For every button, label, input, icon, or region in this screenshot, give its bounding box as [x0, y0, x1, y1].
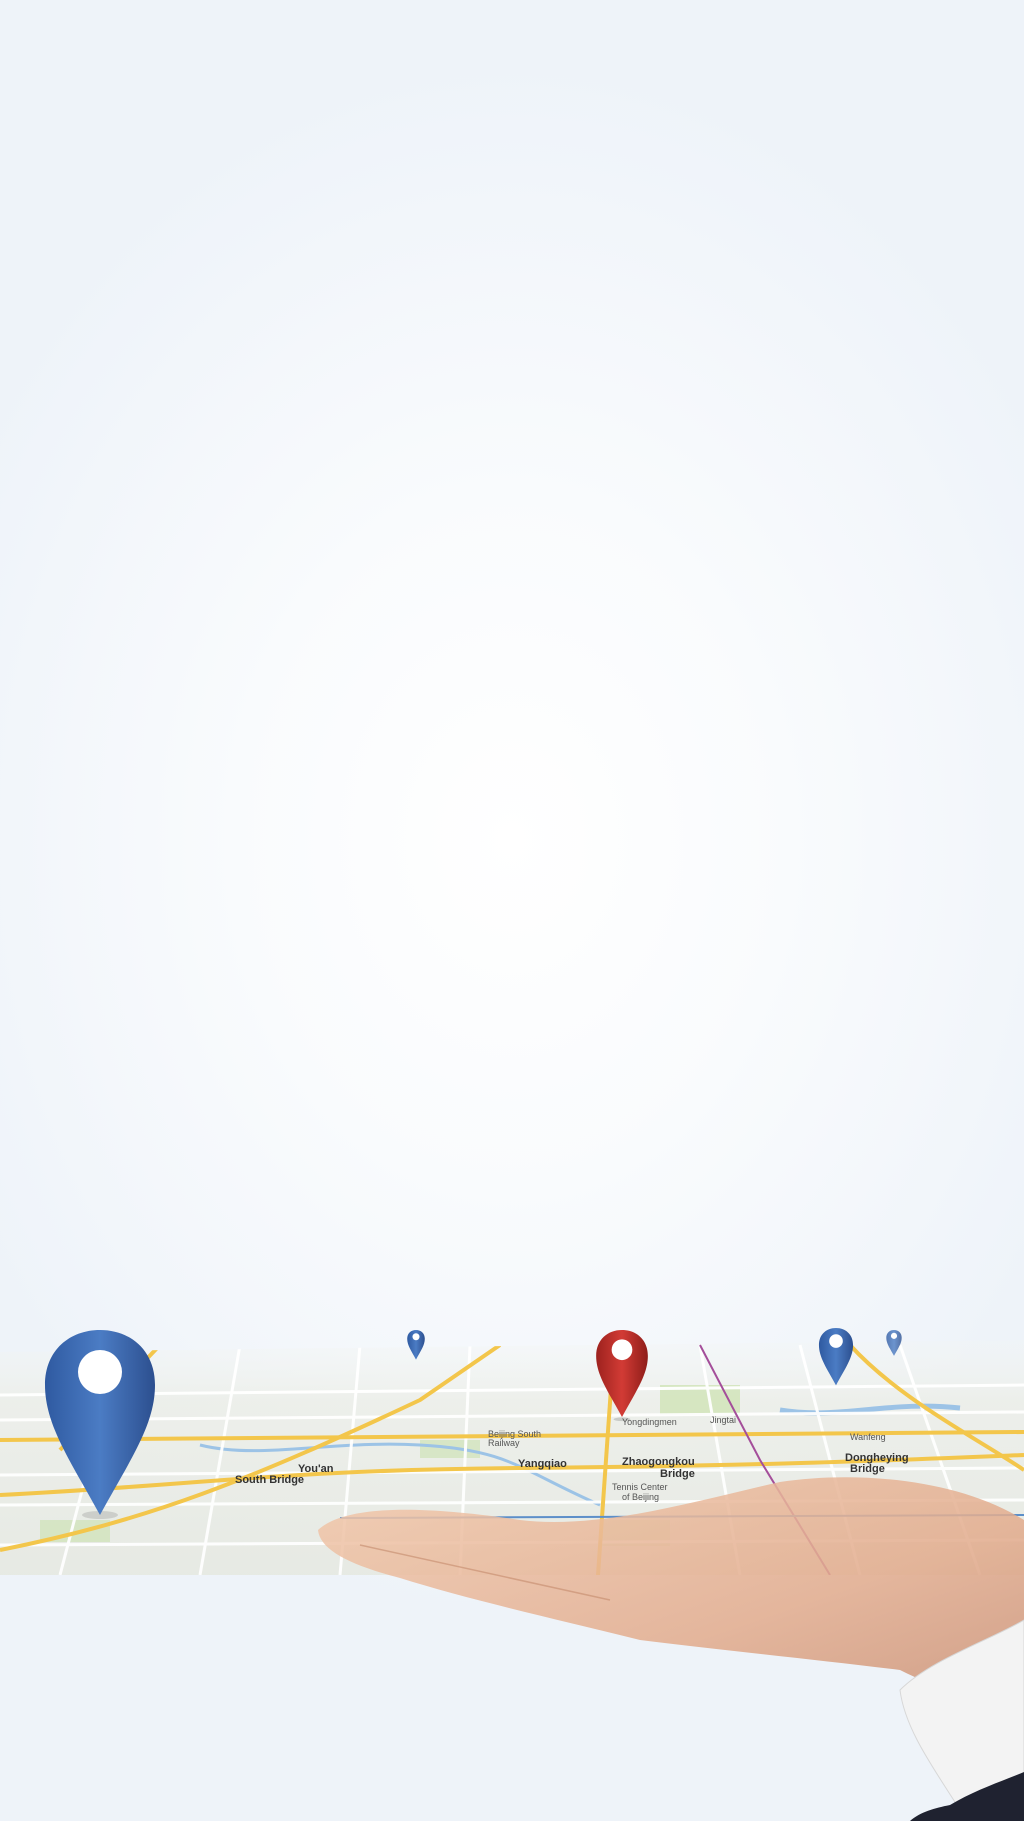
map-label: Bridge [660, 1468, 695, 1480]
map-label: South Bridge [235, 1474, 304, 1486]
map-label: Bridge [850, 1463, 885, 1475]
hand [318, 1477, 1024, 1821]
map-label: Wanfeng [850, 1432, 886, 1442]
map-label: of Beijing [622, 1492, 659, 1502]
map-label: Yangqiao [518, 1458, 567, 1470]
map-label: Yongdingmen [622, 1417, 677, 1427]
map-label: You'an [298, 1463, 334, 1475]
map-label: Railway [488, 1438, 520, 1448]
map-label: Tennis Center [612, 1482, 668, 1492]
map-label: Jingtai [710, 1415, 736, 1425]
map-label: Zhaogongkou [622, 1456, 695, 1468]
map-in-hand-scene: South Bridge You'an Yangqiao Zhaogongkou… [0, 1328, 1024, 1821]
